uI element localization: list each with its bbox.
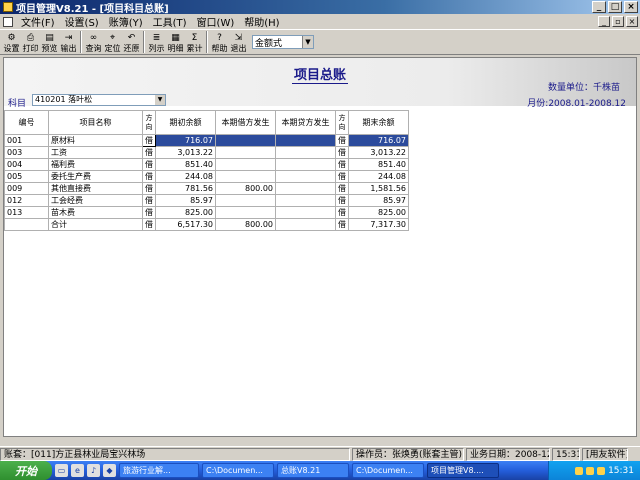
status-account: 账套：[011]方正县林业局宝兴林场 (0, 447, 350, 461)
unit-label: 数量单位：千株苗 (547, 83, 620, 93)
mdi-close-button[interactable]: × (626, 16, 638, 27)
subject-select[interactable]: 410201 落叶松 ▼ (32, 94, 166, 106)
format-select[interactable]: 金额式 ▼ (252, 35, 314, 49)
status-time: 15:31 (552, 447, 580, 461)
start-button[interactable]: 开始 (0, 461, 52, 480)
toolbar: ⚙ 设置 ⎙ 打印 ▤ 预览 ⇥ 输出 ∞ 查询 ⌖ 定位 ↶ 还原 ≣ 列示 ▦ 明细 Σ 累计 … (0, 31, 640, 55)
menu-settings[interactable]: 设置(S) (60, 14, 104, 29)
query-button[interactable]: ∞ 查询 (84, 31, 103, 54)
chevron-down-icon: ▼ (302, 36, 313, 48)
document-icon[interactable] (3, 16, 13, 27)
table-row[interactable]: 005 委托生产费 借 244.08 借 244.08 (4, 170, 409, 183)
subject-label: 科目 (8, 99, 27, 109)
restore-button[interactable]: ↶ 还原 (122, 31, 141, 54)
title-bar: 项目管理V8.21 - [项目科目总账] _ □ × (0, 0, 640, 15)
task-explorer-2[interactable]: C:\Documen... (352, 463, 424, 478)
task-general-ledger[interactable]: 总账V8.21 (277, 463, 349, 478)
volume-icon[interactable] (575, 466, 584, 475)
month-label: 月份:2008.01-2008.12 (527, 99, 626, 109)
system-tray: 15:31 (548, 461, 640, 480)
header-item-name: 项目名称 (48, 110, 143, 135)
clock: 15:31 (608, 465, 634, 476)
locate-button[interactable]: ⌖ 定位 (103, 31, 122, 54)
table-row[interactable]: 009 其他直接费 借 781.56 800.00 借 1,581.56 (4, 182, 409, 195)
header-code: 编号 (4, 110, 49, 135)
shield-icon[interactable]: ◆ (103, 464, 116, 477)
network-icon[interactable] (586, 466, 595, 475)
help-button[interactable]: ? 帮助 (210, 31, 229, 54)
report-panel: 项目总账 数量单位：千株苗 月份:2008.01-2008.12 科目 4102… (3, 57, 637, 437)
settings-icon: ⚙ (7, 32, 16, 43)
taskbar: 开始 ▭ e ♪ ◆ 旅游行业解... C:\Documen... 总账V8.2… (0, 461, 640, 480)
task-travel[interactable]: 旅游行业解... (119, 463, 199, 478)
header-opening-balance: 期初余额 (155, 110, 216, 135)
list-icon: ≣ (152, 32, 161, 43)
menu-bar: 文件(F) 设置(S) 账簿(Y) 工具(T) 窗口(W) 帮助(H) _ ▫ … (0, 14, 640, 30)
table-row[interactable]: 012 工会经费 借 85.97 借 85.97 (4, 194, 409, 207)
task-project-mgmt[interactable]: 项目管理V8.... (427, 463, 499, 478)
task-explorer-1[interactable]: C:\Documen... (202, 463, 274, 478)
list-button[interactable]: ≣ 列示 (147, 31, 166, 54)
header-debit: 本期借方发生 (215, 110, 276, 135)
export-icon: ⇥ (64, 32, 73, 43)
status-operator: 操作员：张焕勇(账套主管) (352, 447, 464, 461)
print-button[interactable]: ⎙ 打印 (21, 31, 40, 54)
media-icon[interactable]: ♪ (87, 464, 100, 477)
menu-file[interactable]: 文件(F) (16, 14, 60, 29)
detail-button[interactable]: ▦ 明细 (166, 31, 185, 54)
table-row[interactable]: 001 原材料 借 716.07 借 716.07 (4, 134, 409, 147)
settings-button[interactable]: ⚙ 设置 (2, 31, 21, 54)
mdi-minimize-button[interactable]: _ (598, 16, 610, 27)
report-title: 项目总账 (291, 68, 348, 84)
preview-button[interactable]: ▤ 预览 (40, 31, 59, 54)
table-row[interactable]: 004 福利费 借 851.40 借 851.40 (4, 158, 409, 171)
table-row[interactable]: 003 工资 借 3,013.22 借 3,013.22 (4, 146, 409, 159)
app-icon (3, 2, 13, 12)
mdi-restore-button[interactable]: ▫ (612, 16, 624, 27)
locate-icon: ⌖ (109, 32, 116, 43)
header-direction: 方向 (142, 110, 156, 135)
window-title: 项目管理V8.21 - [项目科目总账] (16, 3, 169, 15)
export-button[interactable]: ⇥ 输出 (59, 31, 78, 54)
menu-help[interactable]: 帮助(H) (239, 14, 284, 29)
input-method-icon[interactable] (597, 466, 606, 475)
maximize-button[interactable]: □ (608, 1, 622, 13)
menu-tools[interactable]: 工具(T) (148, 14, 192, 29)
table-row[interactable]: 013 苗木费 借 825.00 借 825.00 (4, 206, 409, 219)
status-vendor: [用友软件] (582, 447, 628, 461)
ledger-table: 编号 项目名称 方向 期初余额 本期借方发生 本期贷方发生 方向 期末余额 00… (4, 110, 409, 231)
menu-window[interactable]: 窗口(W) (192, 14, 240, 29)
help-icon: ? (217, 32, 222, 43)
cumulative-button[interactable]: Σ 累计 (185, 31, 204, 54)
restore-icon: ↶ (127, 32, 136, 43)
exit-button[interactable]: ⇲ 退出 (229, 31, 248, 54)
minimize-button[interactable]: _ (592, 1, 606, 13)
desktop-icon[interactable]: ▭ (55, 464, 68, 477)
preview-icon: ▤ (45, 32, 54, 43)
close-button[interactable]: × (624, 1, 638, 13)
report-header: 项目总账 数量单位：千株苗 月份:2008.01-2008.12 科目 4102… (4, 58, 636, 109)
printer-icon: ⎙ (26, 32, 35, 43)
header-direction-end: 方向 (335, 110, 349, 135)
table-total-row[interactable]: 合计 借 6,517.30 800.00 借 7,317.30 (4, 218, 409, 231)
exit-icon: ⇲ (234, 32, 243, 43)
header-credit: 本期贷方发生 (275, 110, 336, 135)
detail-icon: ▦ (171, 32, 180, 43)
menu-ledger[interactable]: 账簿(Y) (104, 14, 148, 29)
header-closing-balance: 期末余额 (348, 110, 409, 135)
table-header-row: 编号 项目名称 方向 期初余额 本期借方发生 本期贷方发生 方向 期末余额 (4, 110, 409, 135)
status-bar: 账套：[011]方正县林业局宝兴林场 操作员：张焕勇(账套主管) 业务日期：20… (0, 446, 640, 461)
sigma-icon: Σ (191, 32, 198, 43)
status-date: 业务日期：2008-12-12 (466, 447, 550, 461)
browser-icon[interactable]: e (71, 464, 84, 477)
chevron-down-icon: ▼ (155, 95, 165, 105)
binoculars-icon: ∞ (89, 32, 98, 43)
